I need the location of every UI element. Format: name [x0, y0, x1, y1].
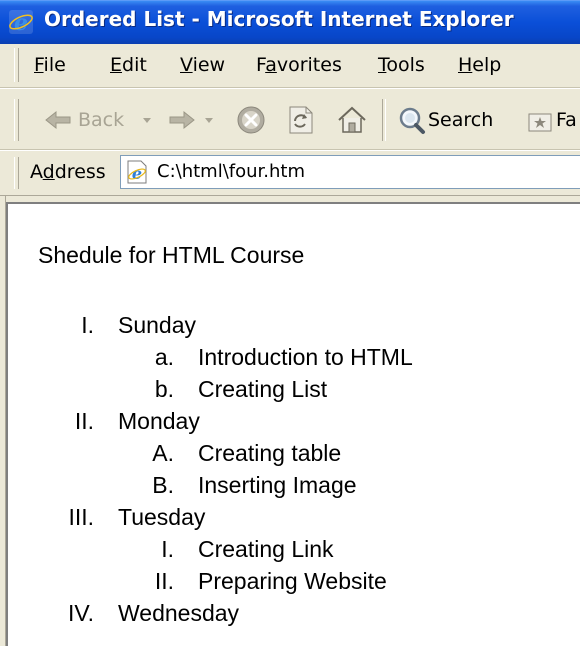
sub-list-marker: II.	[154, 568, 174, 594]
back-arrow-icon[interactable]	[44, 109, 72, 131]
sub-list-item-label: Creating Link	[198, 536, 334, 562]
list-marker: II.	[74, 408, 94, 434]
menu-bar: File Edit View Favorites Tools Help	[0, 44, 580, 88]
sub-list-item-label: Introduction to HTML	[198, 344, 413, 370]
list-item: I. Sunday	[8, 312, 568, 342]
menu-view[interactable]: View	[180, 54, 225, 76]
window-title: Ordered List - Microsoft Internet Explor…	[44, 7, 514, 31]
standard-toolbar: Back Search Fa	[0, 88, 580, 150]
list-item: IV. Wednesday	[8, 600, 568, 630]
address-value: C:\html\four.htm	[157, 161, 305, 182]
forward-arrow-icon[interactable]	[168, 109, 196, 131]
list-item-label: Monday	[118, 408, 200, 434]
ie-logo-icon: e	[9, 10, 33, 35]
svg-text:e: e	[14, 10, 28, 35]
sub-list-marker: a.	[154, 344, 174, 370]
list-item: III. Tuesday	[8, 504, 568, 534]
menu-file[interactable]: File	[34, 54, 66, 76]
toolbar-grip[interactable]	[14, 99, 19, 141]
home-icon[interactable]	[336, 105, 368, 135]
search-icon[interactable]	[396, 105, 426, 135]
menu-tools[interactable]: Tools	[378, 54, 425, 76]
list-marker: III.	[68, 504, 94, 530]
sub-list-item: B. Inserting Image	[8, 472, 568, 502]
sub-list-item: II. Preparing Website	[8, 568, 568, 598]
page-content[interactable]: Shedule for HTML Course I. Sunday a. Int…	[6, 202, 580, 646]
refresh-icon[interactable]	[286, 105, 314, 135]
forward-dropdown-icon[interactable]	[204, 117, 214, 125]
svg-text:e: e	[132, 164, 142, 183]
list-marker: I.	[81, 312, 94, 338]
stop-icon[interactable]	[236, 105, 266, 135]
sub-list-item-label: Inserting Image	[198, 472, 357, 498]
list-marker: IV.	[67, 600, 94, 626]
address-input[interactable]: e C:\html\four.htm	[120, 155, 580, 189]
favorites-icon[interactable]	[528, 111, 552, 133]
back-button-label[interactable]: Back	[78, 109, 124, 131]
title-bar[interactable]: e Ordered List - Microsoft Internet Expl…	[0, 0, 580, 44]
sub-list-item: a. Introduction to HTML	[8, 344, 568, 374]
list-item-label: Sunday	[118, 312, 197, 338]
menu-edit[interactable]: Edit	[110, 54, 147, 76]
address-label: Address	[30, 161, 106, 183]
menu-favorites[interactable]: Favorites	[256, 54, 342, 76]
sub-list-marker: B.	[152, 472, 174, 498]
sub-list-item: A. Creating table	[8, 440, 568, 470]
list-item-label: Wednesday	[118, 600, 240, 626]
sub-list-item-label: Preparing Website	[198, 568, 387, 594]
page-icon: e	[127, 160, 147, 184]
search-button-label[interactable]: Search	[428, 109, 493, 131]
list-item-label: Tuesday	[118, 504, 206, 530]
menubar-grip[interactable]	[14, 48, 19, 82]
list-item: II. Monday	[8, 408, 568, 438]
browser-window: e Ordered List - Microsoft Internet Expl…	[0, 0, 580, 646]
sub-list-marker: b.	[154, 376, 174, 402]
addressbar-grip[interactable]	[14, 157, 19, 189]
back-dropdown-icon[interactable]	[142, 117, 152, 125]
toolbar-separator	[382, 99, 386, 141]
sub-list-item-label: Creating table	[198, 440, 342, 466]
sub-list-item: b. Creating List	[8, 376, 568, 406]
page-heading: Shedule for HTML Course	[38, 242, 305, 268]
sub-list-item: I. Creating Link	[8, 536, 568, 566]
sub-list-item-label: Creating List	[198, 376, 328, 402]
sub-list-marker: A.	[152, 440, 174, 466]
favorites-button-label[interactable]: Fa	[556, 109, 577, 131]
address-bar: Address e C:\html\four.htm	[0, 150, 580, 196]
menu-help[interactable]: Help	[458, 54, 501, 76]
sub-list-marker: I.	[161, 536, 174, 562]
